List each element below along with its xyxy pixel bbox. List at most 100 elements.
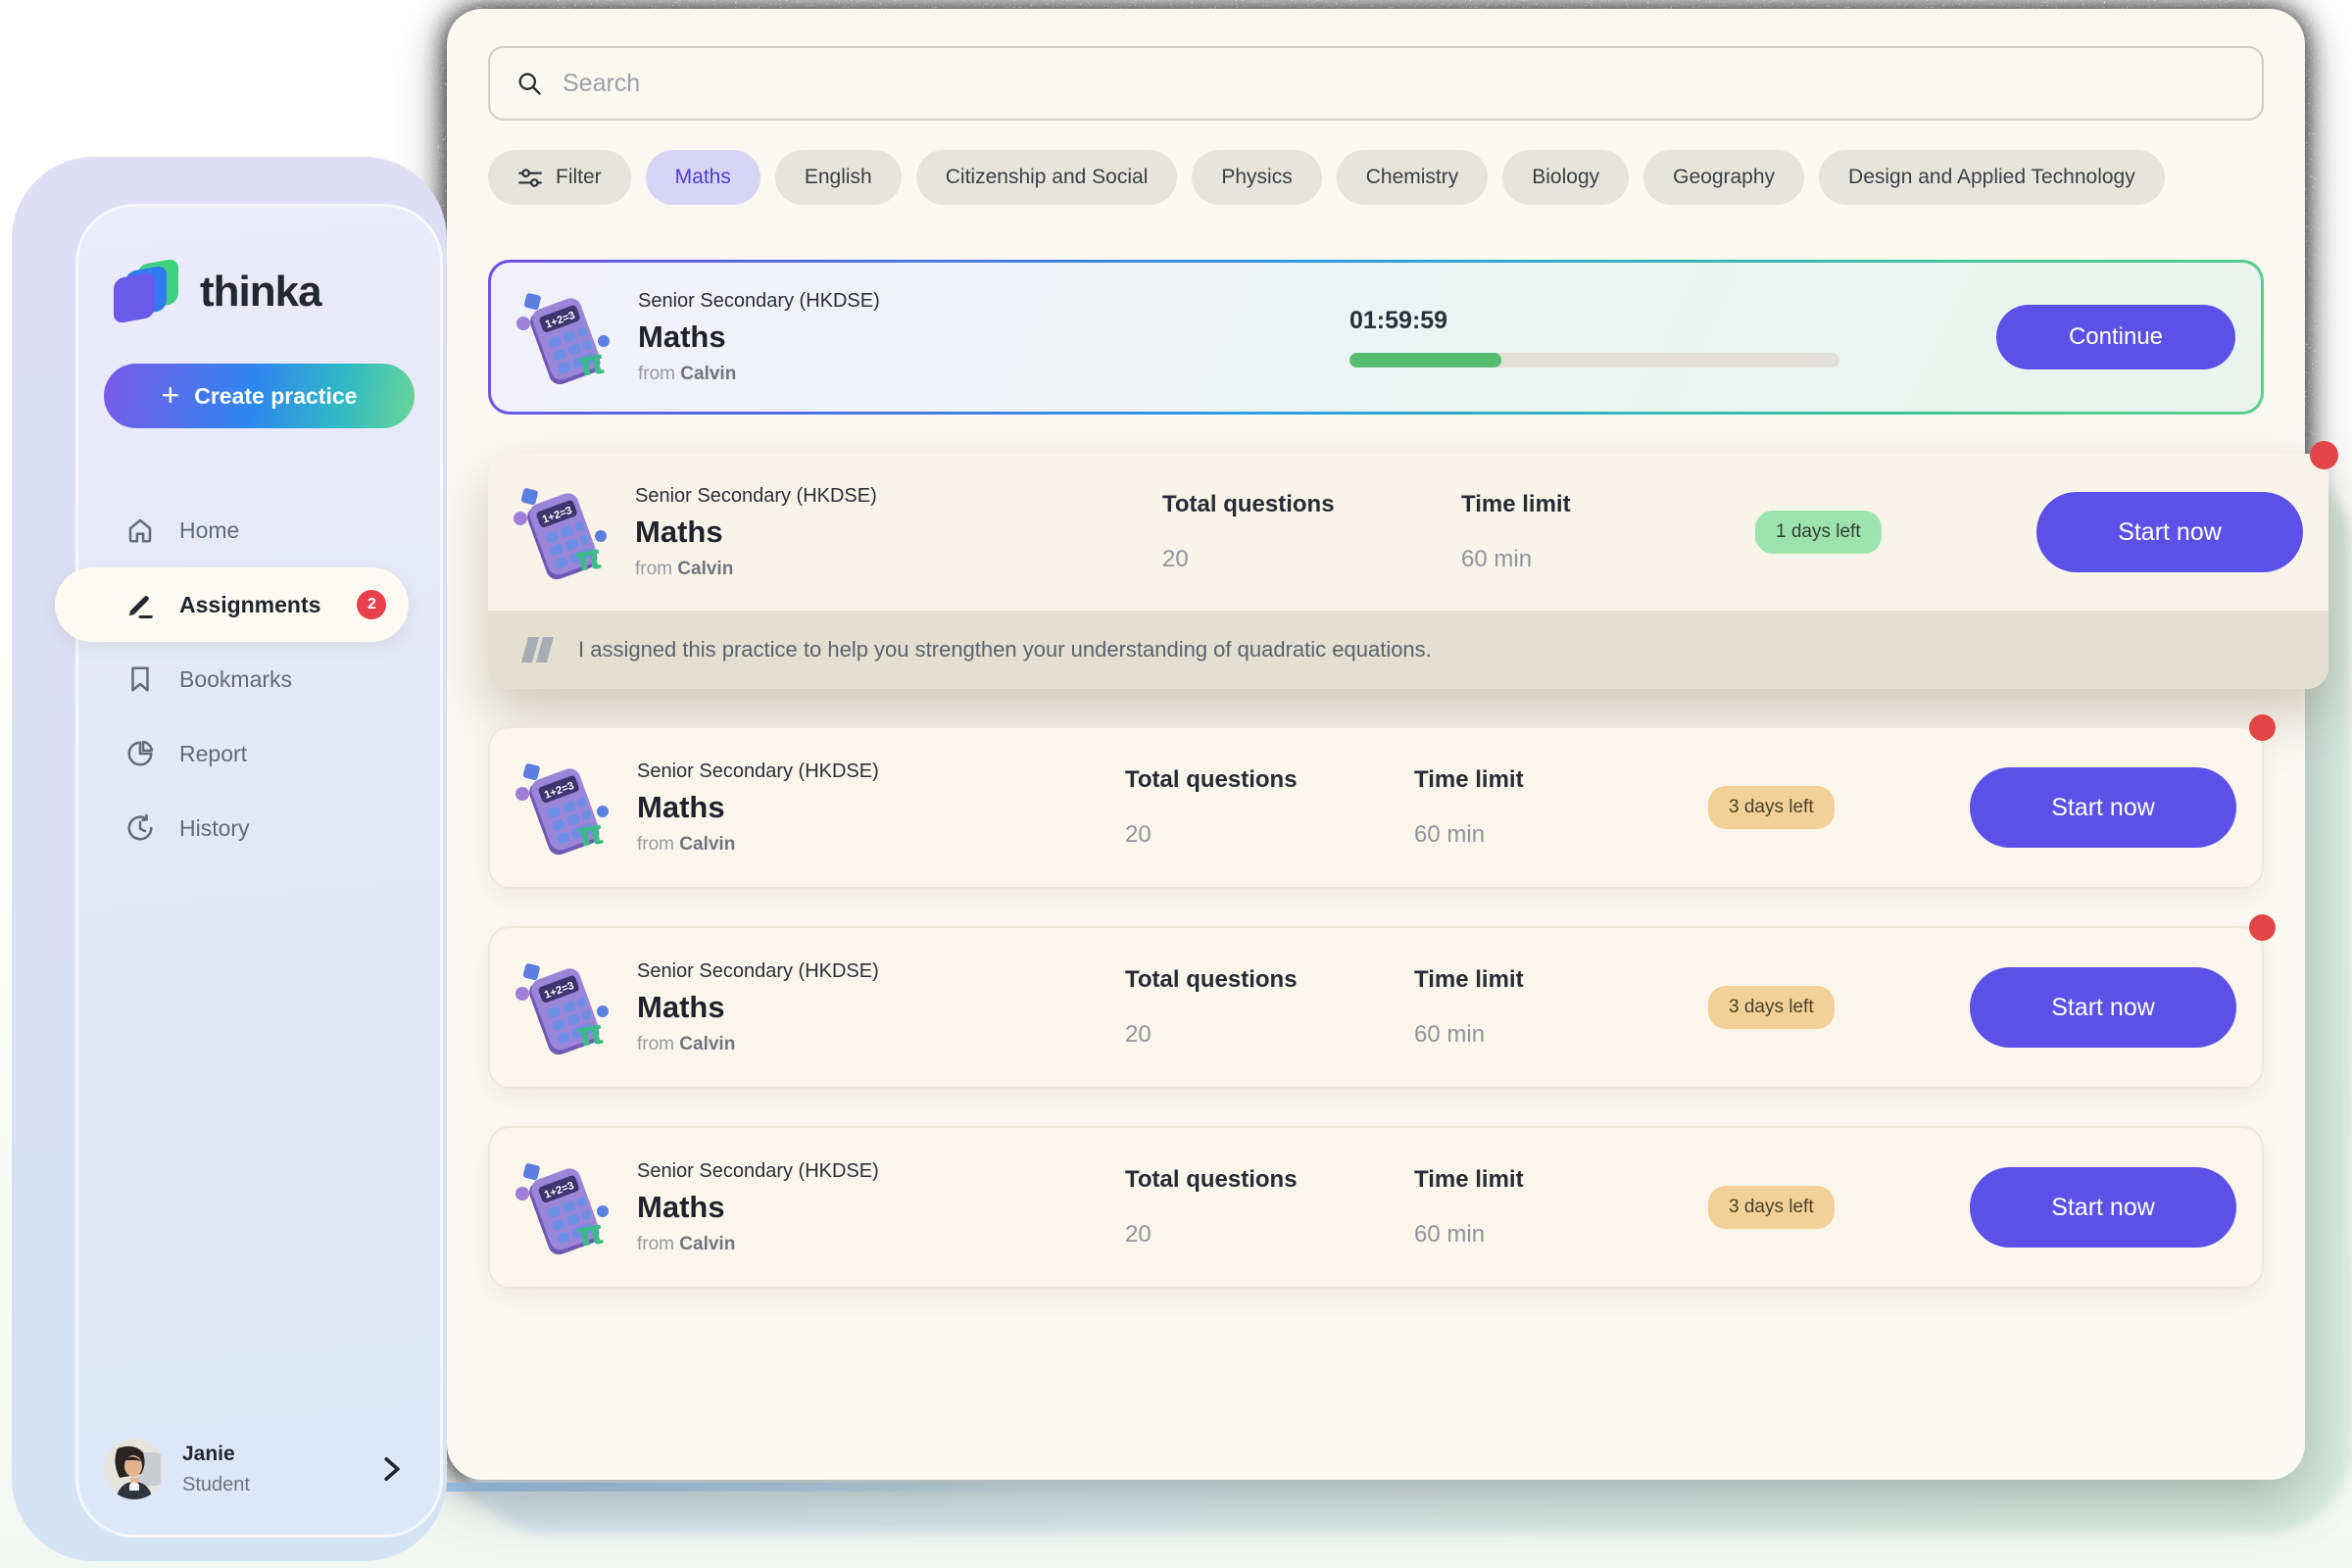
time-limit-stat: Time limit 60 min <box>1414 1166 1708 1249</box>
chip-citizenship[interactable]: Citizenship and Social <box>916 150 1178 205</box>
sidebar-item-history[interactable]: History <box>104 791 415 865</box>
assignment-level: Senior Secondary (HKDSE) <box>637 760 1125 783</box>
home-icon <box>125 515 155 545</box>
assignment-info: Senior Secondary (HKDSE) Maths from Calv… <box>635 485 1162 580</box>
total-questions-stat: Total questions 20 <box>1125 966 1414 1049</box>
sidebar-item-home[interactable]: Home <box>104 493 415 567</box>
notification-dot <box>2310 441 2338 469</box>
brand-logo: thinka <box>104 260 415 324</box>
plus-icon: + <box>162 379 180 411</box>
quote-icon <box>521 636 557 663</box>
sidebar-nav: Home Assignments 2 Bookmarks <box>104 493 415 865</box>
days-left-badge: 3 days left <box>1708 1186 1835 1229</box>
assignment-card: Senior Secondary (HKDSE) Maths from Calv… <box>488 926 2264 1089</box>
teacher-note: I assigned this practice to help you str… <box>488 611 2328 689</box>
chip-maths[interactable]: Maths <box>646 150 760 205</box>
teacher-note-text: I assigned this practice to help you str… <box>578 637 1432 662</box>
assignment-subject: Maths <box>638 319 1349 355</box>
calculator-icon <box>490 958 637 1056</box>
profile-role: Student <box>182 1474 250 1496</box>
brand-name: thinka <box>200 268 321 317</box>
filter-label: Filter <box>556 166 602 189</box>
pencil-icon <box>125 590 155 619</box>
calculator-icon <box>488 483 635 581</box>
sidebar-item-bookmarks[interactable]: Bookmarks <box>104 642 415 716</box>
assignment-subject: Maths <box>637 1190 1125 1225</box>
progress-bar-fill <box>1349 353 1501 368</box>
filter-button[interactable]: Filter <box>488 150 631 205</box>
assignment-info: Senior Secondary (HKDSE) Maths from Calv… <box>637 760 1125 856</box>
calculator-icon <box>490 759 637 857</box>
search-icon <box>515 70 543 97</box>
assignment-from: from Calvin <box>637 1034 1125 1055</box>
background-accent-line <box>402 1483 1049 1492</box>
sidebar-item-assignments[interactable]: Assignments 2 <box>55 567 409 642</box>
total-questions-stat: Total questions 20 <box>1125 1166 1414 1249</box>
bookmark-icon <box>125 664 155 694</box>
start-now-button[interactable]: Start now <box>1970 967 2236 1048</box>
assignment-card-in-progress: Senior Secondary (HKDSE) Maths from Calv… <box>488 260 2264 415</box>
start-now-button[interactable]: Start now <box>1970 1167 2236 1248</box>
assignment-subject: Maths <box>635 514 1162 550</box>
days-left-badge: 1 days left <box>1755 511 1882 554</box>
notification-dot <box>2249 714 2276 741</box>
days-left-badge: 3 days left <box>1708 986 1835 1029</box>
assignment-subject: Maths <box>637 990 1125 1025</box>
profile-row[interactable]: Janie Student <box>104 1439 415 1499</box>
progress-bar <box>1349 353 1839 368</box>
assignment-from: from Calvin <box>638 364 1349 385</box>
assignment-card: Senior Secondary (HKDSE) Maths from Calv… <box>488 726 2264 889</box>
chip-chemistry[interactable]: Chemistry <box>1337 150 1489 205</box>
filter-chip-row: Filter Maths English Citizenship and Soc… <box>488 150 2264 205</box>
time-remaining: 01:59:59 <box>1349 307 1996 335</box>
teacher-name: Calvin <box>679 834 735 855</box>
app-screenshot: 1+2=3 π <box>0 0 2352 1568</box>
pie-chart-icon <box>125 739 155 768</box>
sliders-icon <box>517 165 543 190</box>
history-clock-icon <box>125 813 155 843</box>
chip-geography[interactable]: Geography <box>1643 150 1804 205</box>
assignment-from: from Calvin <box>635 559 1162 580</box>
start-now-button[interactable]: Start now <box>2036 492 2303 572</box>
search-bar <box>488 46 2264 121</box>
assignment-from: from Calvin <box>637 1234 1125 1255</box>
assignment-from: from Calvin <box>637 834 1125 856</box>
total-questions-stat: Total questions 20 <box>1125 766 1414 849</box>
start-now-button[interactable]: Start now <box>1970 767 2236 848</box>
chevron-right-icon[interactable] <box>381 1456 403 1482</box>
teacher-name: Calvin <box>677 559 733 579</box>
notification-dot <box>2249 914 2276 941</box>
assignment-level: Senior Secondary (HKDSE) <box>638 290 1349 313</box>
total-questions-stat: Total questions 20 <box>1162 491 1461 573</box>
create-practice-button[interactable]: + Create practice <box>104 364 415 428</box>
time-limit-stat: Time limit 60 min <box>1461 491 1755 573</box>
assignment-info: Senior Secondary (HKDSE) Maths from Calv… <box>637 1160 1125 1255</box>
sidebar-item-report[interactable]: Report <box>104 716 415 791</box>
search-input[interactable] <box>561 69 2236 99</box>
assignment-level: Senior Secondary (HKDSE) <box>637 1160 1125 1183</box>
teacher-name: Calvin <box>679 1034 735 1054</box>
calculator-icon <box>490 1158 637 1256</box>
chip-english[interactable]: English <box>775 150 902 205</box>
assignment-card: Senior Secondary (HKDSE) Maths from Calv… <box>488 1126 2264 1289</box>
time-limit-stat: Time limit 60 min <box>1414 766 1708 849</box>
thinka-logo-icon <box>114 260 180 324</box>
avatar <box>104 1439 165 1499</box>
assignment-level: Senior Secondary (HKDSE) <box>635 485 1162 508</box>
chip-physics[interactable]: Physics <box>1192 150 1321 205</box>
assignment-card-highlighted: Senior Secondary (HKDSE) Maths from Calv… <box>488 454 2328 689</box>
sidebar: thinka + Create practice Home Assignment… <box>75 204 443 1538</box>
progress-block: 01:59:59 <box>1349 307 1996 368</box>
teacher-name: Calvin <box>679 1234 735 1254</box>
days-left-badge: 3 days left <box>1708 786 1835 829</box>
assignment-info: Senior Secondary (HKDSE) Maths from Calv… <box>637 960 1125 1055</box>
assignments-count-badge: 2 <box>357 590 386 619</box>
teacher-name: Calvin <box>680 364 736 384</box>
assignment-info: Senior Secondary (HKDSE) Maths from Calv… <box>638 290 1349 385</box>
assignment-level: Senior Secondary (HKDSE) <box>637 960 1125 983</box>
chip-design-tech[interactable]: Design and Applied Technology <box>1819 150 2165 205</box>
continue-button[interactable]: Continue <box>1996 305 2235 369</box>
chip-biology[interactable]: Biology <box>1502 150 1629 205</box>
time-limit-stat: Time limit 60 min <box>1414 966 1708 1049</box>
profile-name: Janie <box>182 1443 250 1466</box>
